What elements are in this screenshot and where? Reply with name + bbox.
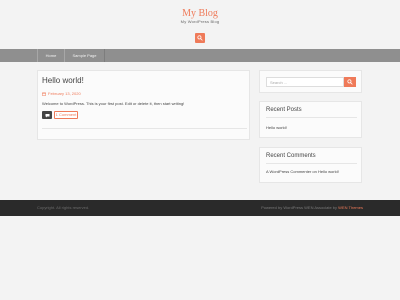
- nav-item-sample-page[interactable]: Sample Page: [64, 49, 105, 62]
- main-nav: Home Sample Page: [0, 49, 400, 62]
- comment-icon-button[interactable]: [42, 111, 52, 119]
- post-date-text: February 13, 2020: [48, 91, 81, 96]
- recent-post-link[interactable]: Hello world!: [266, 125, 287, 130]
- search-button[interactable]: [344, 77, 356, 87]
- search-icon: [347, 79, 353, 85]
- site-title[interactable]: My Blog: [0, 8, 400, 19]
- recent-comments-title: Recent Comments: [266, 153, 316, 159]
- footer-credits-text[interactable]: Powered by WordPress WEN Associate by: [261, 205, 337, 210]
- site-footer: Copyright. All rights reserved. Powered …: [0, 200, 400, 216]
- recent-comment-link[interactable]: A WordPress Commenter on Hello world!: [266, 169, 339, 174]
- comment-count-button[interactable]: 1 Comment: [54, 111, 78, 119]
- recent-posts-title: Recent Posts: [266, 107, 302, 113]
- footer-credits: Powered by WordPress WEN Associate by WE…: [261, 200, 363, 216]
- footer-theme-link[interactable]: WEN Themes: [338, 205, 363, 210]
- post-divider: [42, 128, 247, 129]
- calendar-icon: [42, 92, 46, 96]
- recent-posts-widget: Recent Posts Hello world!: [259, 101, 362, 138]
- comment-icon: [45, 113, 49, 117]
- widget-divider: [266, 163, 357, 164]
- post-date[interactable]: February 13, 2020: [42, 91, 81, 96]
- widget-divider: [266, 117, 357, 118]
- search-input[interactable]: Search ...: [266, 77, 344, 87]
- recent-comments-widget: Recent Comments A WordPress Commenter on…: [259, 147, 362, 183]
- search-widget: Search ...: [259, 70, 362, 93]
- search-icon: [197, 35, 203, 41]
- footer-copyright: Copyright. All rights reserved.: [37, 205, 90, 210]
- post-excerpt: Welcome to WordPress. This is your first…: [42, 101, 185, 106]
- header-search-button[interactable]: [195, 33, 205, 43]
- nav-item-home[interactable]: Home: [37, 49, 65, 62]
- site-description: My WordPress Blog: [180, 19, 220, 24]
- post-card: Hello world! February 13, 2020 Welcome t…: [37, 70, 250, 140]
- post-title[interactable]: Hello world!: [42, 76, 84, 85]
